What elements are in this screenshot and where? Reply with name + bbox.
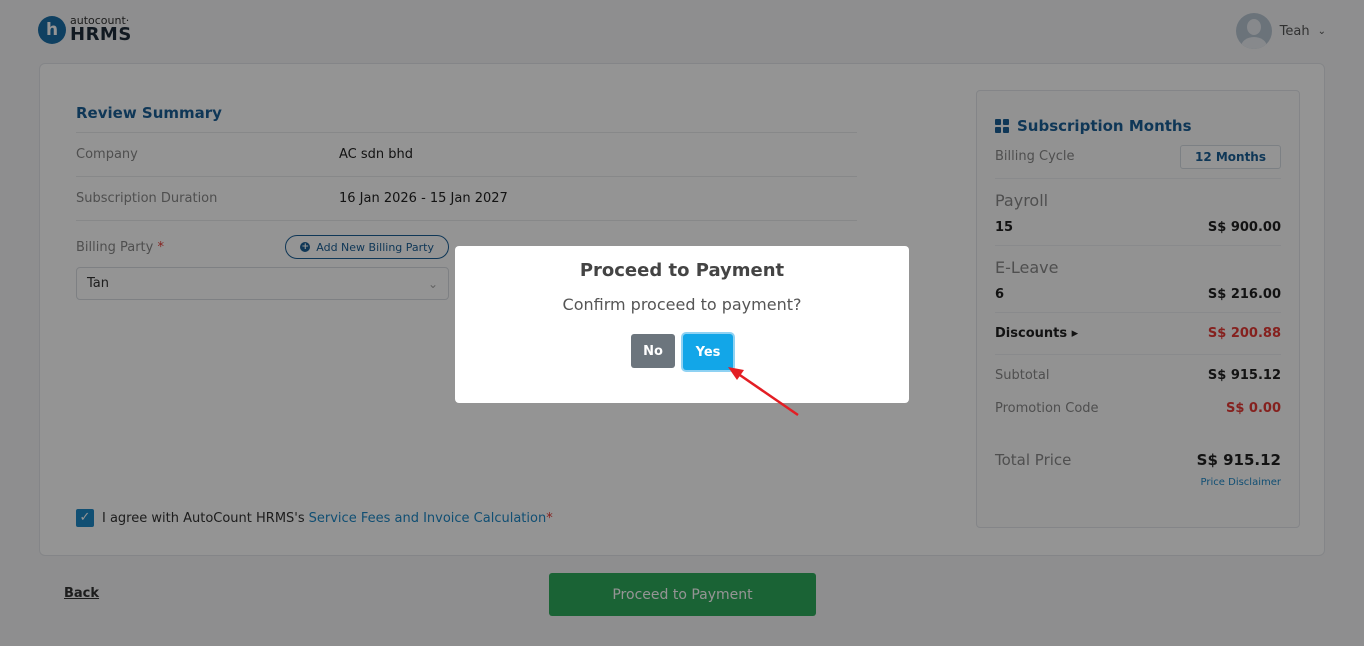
confirm-payment-dialog: Proceed to Payment Confirm proceed to pa…	[455, 246, 909, 403]
dialog-message: Confirm proceed to payment?	[562, 295, 802, 314]
dialog-title: Proceed to Payment	[579, 260, 785, 281]
dialog-buttons: No Yes	[455, 334, 909, 370]
red-arrow-annotation	[728, 367, 799, 417]
no-button[interactable]: No	[631, 334, 675, 368]
